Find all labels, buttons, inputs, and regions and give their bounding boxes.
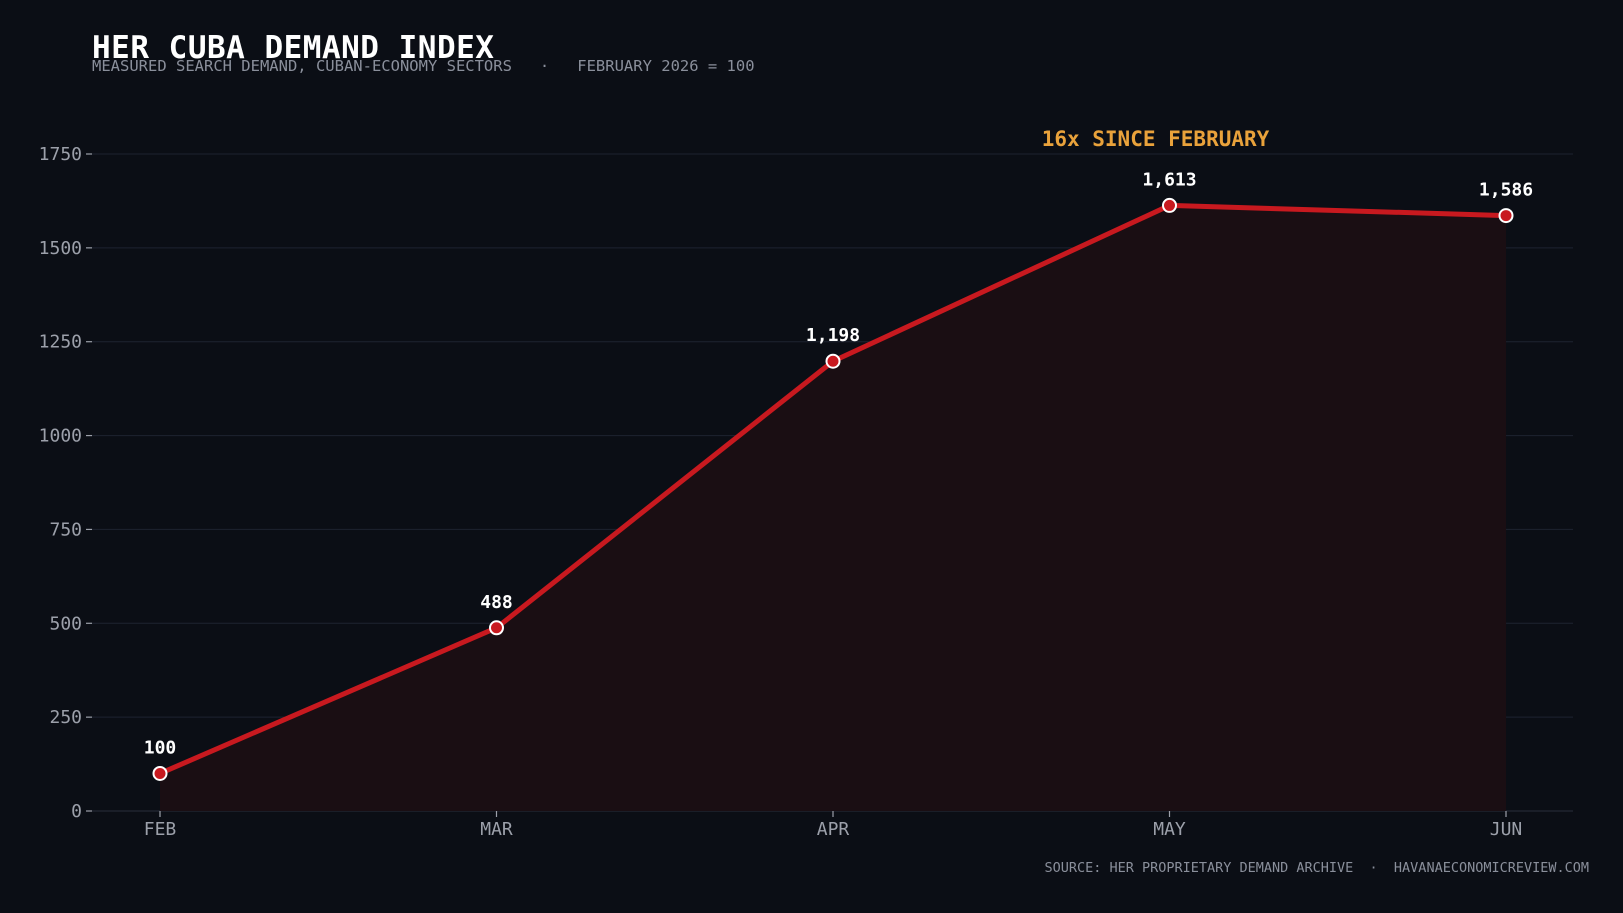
data-point	[825, 353, 841, 369]
y-tick-label: 250	[49, 707, 82, 728]
y-axis-group: 0 250 500 750 1000 1250 1500 1750	[39, 144, 92, 822]
x-tick-label: MAY	[1153, 819, 1186, 840]
data-point	[489, 620, 504, 636]
line-chart: 0 250 500 750 1000 1250 1500 1750 FEB MAR APR MAY J…	[39, 127, 1573, 840]
y-tick-label: 500	[49, 613, 82, 634]
y-tick-label: 1250	[39, 332, 82, 353]
data-point	[152, 765, 168, 781]
data-point	[1162, 197, 1177, 213]
x-tick-label: JUN	[1490, 819, 1523, 840]
annotation-label: 16x SINCE FEBRUARY	[1042, 127, 1270, 151]
x-tick-label: FEB	[144, 819, 177, 840]
data-label: 1,198	[806, 325, 860, 346]
data-label: 1,613	[1142, 169, 1196, 190]
source-note: SOURCE: HER PROPRIETARY DEMAND ARCHIVE ·…	[1044, 860, 1589, 876]
y-tick-label: 750	[49, 519, 82, 540]
y-tick-label: 1500	[39, 238, 82, 259]
x-axis-group: FEB MAR APR MAY JUN	[144, 811, 1523, 840]
y-tick-label: 1750	[39, 144, 82, 165]
data-label: 1,586	[1479, 180, 1533, 201]
y-tick-label: 1000	[39, 426, 82, 447]
y-tick-label: 0	[71, 801, 82, 822]
data-point	[1498, 208, 1514, 224]
area-fill	[160, 205, 1506, 811]
data-label: 488	[480, 592, 513, 613]
x-tick-label: MAR	[480, 819, 513, 840]
x-tick-label: APR	[817, 819, 850, 840]
data-label: 100	[144, 737, 177, 758]
